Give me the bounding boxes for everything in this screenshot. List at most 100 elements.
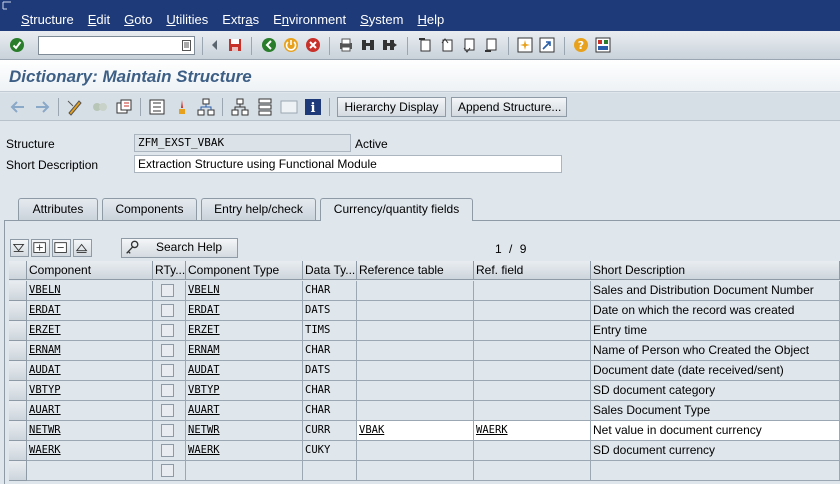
layout-menu-icon[interactable] xyxy=(595,37,611,53)
cancel-icon[interactable] xyxy=(305,37,321,53)
delete-row-button[interactable] xyxy=(52,239,71,257)
data-type-cell[interactable]: CHAR xyxy=(303,341,357,361)
row-selector[interactable] xyxy=(9,321,27,341)
exit-icon[interactable] xyxy=(283,37,299,53)
ref-table-cell[interactable]: VBAK xyxy=(357,421,474,441)
display-change-icon[interactable] xyxy=(66,98,84,116)
last-page-icon[interactable] xyxy=(483,37,499,53)
component-cell[interactable]: VBTYP xyxy=(27,381,153,401)
component-type-cell[interactable]: ERDAT xyxy=(186,301,303,321)
rty-checkbox[interactable] xyxy=(161,404,174,417)
menu-item[interactable]: Extras xyxy=(215,11,266,28)
activate-icon[interactable] xyxy=(173,98,191,116)
row-selector[interactable] xyxy=(9,461,27,481)
component-type-column-header[interactable]: Component Type xyxy=(186,261,303,280)
ref-table-cell[interactable] xyxy=(357,401,474,421)
append-structure-button[interactable]: Append Structure... xyxy=(451,97,567,117)
data-type-cell[interactable]: CHAR xyxy=(303,401,357,421)
component-cell[interactable] xyxy=(27,461,153,481)
rty-cell[interactable] xyxy=(153,461,186,481)
command-field[interactable] xyxy=(38,36,195,55)
back-icon[interactable] xyxy=(261,37,277,53)
ref-field-cell[interactable] xyxy=(474,341,591,361)
ref-field-cell[interactable] xyxy=(474,301,591,321)
component-type-cell[interactable] xyxy=(186,461,303,481)
search-help-button[interactable]: Search Help xyxy=(121,238,238,258)
component-type-cell[interactable]: VBTYP xyxy=(186,381,303,401)
display-object-list-icon[interactable] xyxy=(256,98,274,116)
insert-row-button[interactable] xyxy=(31,239,50,257)
collapse-button[interactable] xyxy=(73,239,92,257)
ref-field-cell[interactable] xyxy=(474,281,591,301)
row-selector[interactable] xyxy=(9,281,27,301)
hierarchy-display-button[interactable]: Hierarchy Display xyxy=(337,97,446,117)
data-type-cell[interactable]: DATS xyxy=(303,361,357,381)
data-type-cell[interactable]: CURR xyxy=(303,421,357,441)
print-icon[interactable] xyxy=(338,37,354,53)
command-history-icon[interactable] xyxy=(182,40,191,51)
rty-checkbox[interactable] xyxy=(161,284,174,297)
data-type-cell[interactable]: CHAR xyxy=(303,381,357,401)
description-cell[interactable]: Entry time xyxy=(591,321,840,341)
object-list-icon[interactable] xyxy=(231,98,249,116)
check-icon[interactable] xyxy=(148,98,166,116)
row-selector[interactable] xyxy=(9,341,27,361)
save-icon[interactable] xyxy=(227,37,243,53)
description-cell[interactable]: SD document currency xyxy=(591,441,840,461)
row-selector[interactable] xyxy=(9,401,27,421)
navigation-window-icon[interactable] xyxy=(280,98,298,116)
component-type-cell[interactable]: ERNAM xyxy=(186,341,303,361)
active-inactive-icon[interactable] xyxy=(91,98,109,116)
data-type-column-header[interactable]: Data Ty... xyxy=(303,261,357,280)
rty-cell[interactable] xyxy=(153,361,186,381)
rty-cell[interactable] xyxy=(153,281,186,301)
ref-table-cell[interactable] xyxy=(357,361,474,381)
rty-checkbox[interactable] xyxy=(161,464,174,477)
ref-field-cell[interactable] xyxy=(474,381,591,401)
description-cell[interactable]: Document date (date received/sent) xyxy=(591,361,840,381)
row-selector[interactable] xyxy=(9,441,27,461)
rty-cell[interactable] xyxy=(153,441,186,461)
short-description-field[interactable]: Extraction Structure using Functional Mo… xyxy=(134,155,562,173)
rty-cell[interactable] xyxy=(153,401,186,421)
description-cell[interactable] xyxy=(591,461,840,481)
previous-page-icon[interactable] xyxy=(439,37,455,53)
ref-field-cell[interactable] xyxy=(474,461,591,481)
ref-field-cell[interactable] xyxy=(474,321,591,341)
ref-field-cell[interactable] xyxy=(474,361,591,381)
enter-check-icon[interactable] xyxy=(9,37,25,53)
rty-checkbox[interactable] xyxy=(161,344,174,357)
row-selector[interactable] xyxy=(9,421,27,441)
tab-currency-quantity-fields[interactable]: Currency/quantity fields xyxy=(320,198,473,221)
menu-item[interactable]: Structure xyxy=(14,11,81,28)
short-description-column-header[interactable]: Short Description xyxy=(591,261,840,280)
rty-cell[interactable] xyxy=(153,341,186,361)
where-used-icon[interactable] xyxy=(197,98,215,116)
select-all-rows[interactable] xyxy=(9,261,27,280)
next-page-icon[interactable] xyxy=(461,37,477,53)
menu-item[interactable]: Utilities xyxy=(159,11,215,28)
row-selector[interactable] xyxy=(9,381,27,401)
information-icon[interactable]: i xyxy=(304,98,322,116)
component-type-cell[interactable]: NETWR xyxy=(186,421,303,441)
menu-item[interactable]: Goto xyxy=(117,11,159,28)
data-type-cell[interactable]: CUKY xyxy=(303,441,357,461)
component-cell[interactable]: NETWR xyxy=(27,421,153,441)
description-cell[interactable]: Net value in document currency xyxy=(591,421,840,441)
reference-table-column-header[interactable]: Reference table xyxy=(357,261,474,280)
data-type-cell[interactable]: TIMS xyxy=(303,321,357,341)
component-cell[interactable]: ERDAT xyxy=(27,301,153,321)
component-type-cell[interactable]: AUART xyxy=(186,401,303,421)
menu-item[interactable]: Edit xyxy=(81,11,117,28)
description-cell[interactable]: Name of Person who Created the Object xyxy=(591,341,840,361)
back-arrow-icon[interactable] xyxy=(9,98,27,116)
tab-entry-help-check[interactable]: Entry help/check xyxy=(201,198,316,220)
rty-cell[interactable] xyxy=(153,381,186,401)
rty-checkbox[interactable] xyxy=(161,384,174,397)
rty-checkbox[interactable] xyxy=(161,364,174,377)
ref-table-cell[interactable] xyxy=(357,341,474,361)
ref-field-cell[interactable]: WAERK xyxy=(474,421,591,441)
row-selector[interactable] xyxy=(9,301,27,321)
menu-item[interactable]: System xyxy=(353,11,410,28)
rty-cell[interactable] xyxy=(153,421,186,441)
